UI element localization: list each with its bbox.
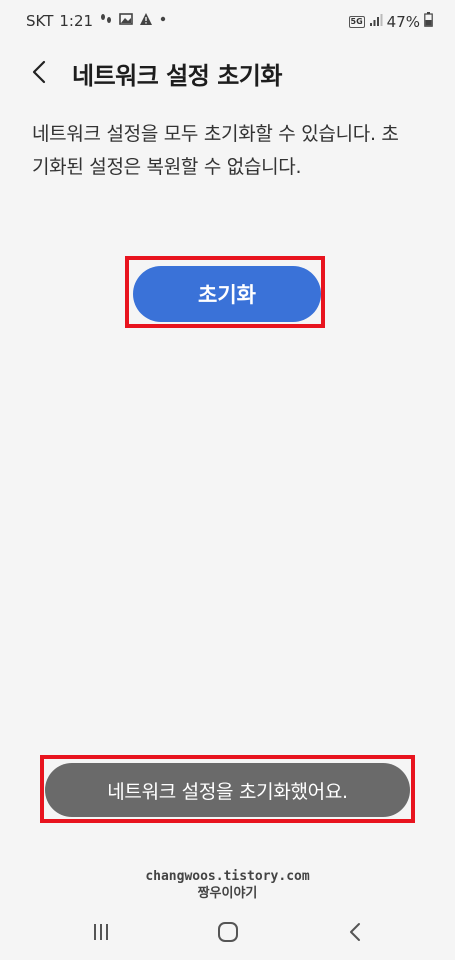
chevron-left-icon	[32, 60, 46, 84]
home-icon	[218, 922, 238, 942]
app-header: 네트워크 설정 초기화	[0, 48, 455, 98]
recent-apps-icon	[94, 924, 108, 940]
description-text: 네트워크 설정을 모두 초기화할 수 있습니다. 초기화된 설정은 복원할 수 …	[32, 123, 399, 178]
reset-button[interactable]: 초기화	[133, 266, 321, 322]
signal-icon	[369, 13, 383, 31]
warning-icon	[139, 12, 153, 30]
footsteps-icon	[99, 12, 113, 30]
watermark-name: 짱우이야기	[197, 886, 258, 901]
nav-back-button[interactable]	[341, 917, 371, 947]
back-button[interactable]	[26, 58, 54, 86]
navigation-bar	[0, 905, 455, 960]
network-type-label: 5G	[348, 15, 365, 28]
status-bar-right: 5G 47%	[348, 12, 433, 31]
notification-dot-icon	[159, 12, 167, 30]
back-arrow-icon	[350, 923, 360, 941]
carrier-label: SKT	[26, 12, 54, 30]
battery-percentage: 47%	[386, 12, 420, 31]
page-title: 네트워크 설정 초기화	[72, 62, 282, 90]
watermark-url: changwoos.tistory.com	[145, 869, 310, 884]
clock: 1:21	[59, 12, 94, 30]
status-bar: SKT 1:21 5G 47%	[0, 0, 455, 44]
image-icon	[119, 12, 133, 30]
watermark: changwoos.tistory.com 짱우이야기	[0, 868, 455, 902]
status-bar-left: SKT 1:21	[26, 12, 167, 30]
battery-icon	[424, 12, 433, 31]
toast-message: 네트워크 설정을 초기화했어요.	[45, 763, 410, 817]
recent-apps-button[interactable]	[86, 917, 116, 947]
home-button[interactable]	[213, 917, 243, 947]
